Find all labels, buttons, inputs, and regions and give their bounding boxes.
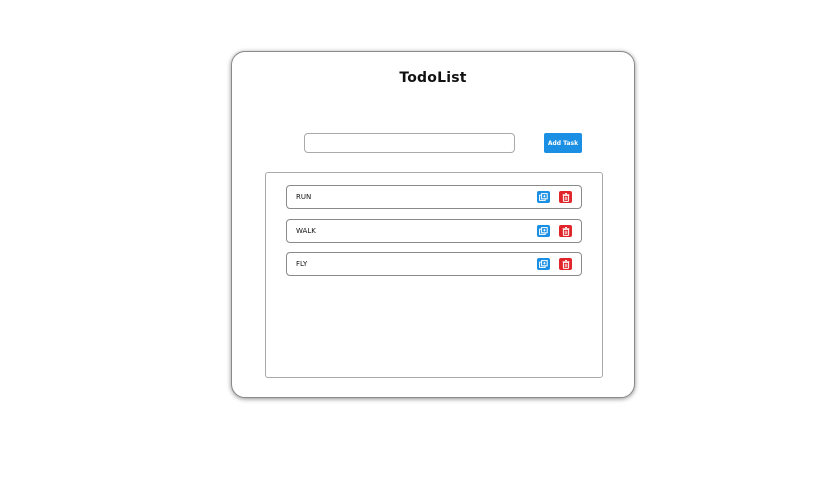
trash-icon xyxy=(562,259,569,269)
trash-icon xyxy=(562,226,569,236)
task-item: FLY xyxy=(286,252,582,276)
task-input[interactable] xyxy=(304,133,515,153)
edit-button[interactable] xyxy=(537,258,550,270)
add-task-button[interactable]: Add Task xyxy=(544,133,582,153)
edit-icon xyxy=(539,193,548,201)
delete-button[interactable] xyxy=(559,258,572,270)
edit-icon xyxy=(539,260,548,268)
todo-card: TodoList Add Task RUN WALK FLY xyxy=(231,51,635,398)
task-list: RUN WALK FLY xyxy=(265,172,603,378)
task-item: WALK xyxy=(286,219,582,243)
edit-button[interactable] xyxy=(537,225,550,237)
task-label: FLY xyxy=(296,260,308,268)
edit-icon xyxy=(539,227,548,235)
edit-button[interactable] xyxy=(537,191,550,203)
trash-icon xyxy=(562,192,569,202)
delete-button[interactable] xyxy=(559,191,572,203)
task-label: WALK xyxy=(296,227,316,235)
task-label: RUN xyxy=(296,193,312,201)
task-item: RUN xyxy=(286,185,582,209)
delete-button[interactable] xyxy=(559,225,572,237)
app-title: TodoList xyxy=(399,70,467,86)
